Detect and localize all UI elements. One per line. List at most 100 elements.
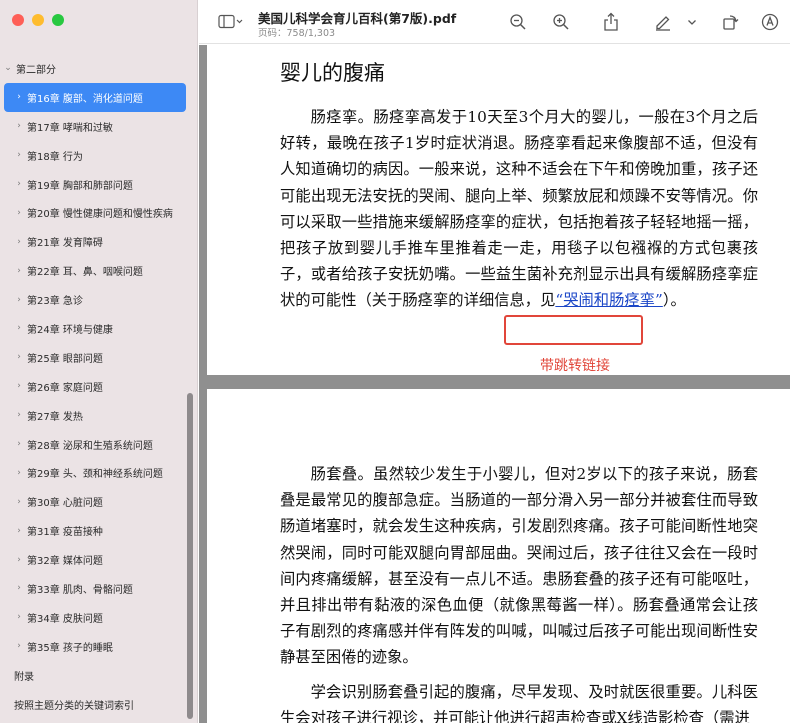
close-window-button[interactable] bbox=[12, 14, 24, 26]
toc-item-label: 第24章 环境与健康 bbox=[27, 324, 113, 336]
chevron-right-icon[interactable]: › bbox=[14, 468, 24, 478]
zoom-out-icon bbox=[510, 14, 526, 30]
page-heading: 婴儿的腹痛 bbox=[280, 61, 385, 85]
pdf-page: 婴儿的腹痛 肠痉挛。肠痉挛高发于10天至3个月大的婴儿，一般在3个月之后好转，最… bbox=[207, 45, 790, 375]
pdf-page: 肠套叠。虽然较少发生于小婴儿，但对2岁以下的孩子来说，肠套叠是最常见的腹部急症。… bbox=[207, 389, 790, 723]
toc-item[interactable]: › 第17章 哮喘和过敏 bbox=[0, 112, 197, 141]
toc-item-label: 第31章 疫苗接种 bbox=[27, 527, 103, 539]
sidebar: ⌄ 第二部分 › 第16章 腹部、消化道问题 › 第17章 哮喘和过敏 › 第18章… bbox=[0, 0, 198, 723]
toc-item-label: 第16章 腹部、消化道问题 bbox=[27, 93, 143, 105]
chevron-right-icon[interactable]: › bbox=[14, 497, 24, 507]
chevron-right-icon[interactable]: › bbox=[14, 179, 24, 189]
paragraph-intussusception: 肠套叠。虽然较少发生于小婴儿，但对2岁以下的孩子来说，肠套叠是最常见的腹部急症。… bbox=[280, 465, 758, 667]
chevron-right-icon[interactable]: › bbox=[14, 612, 24, 622]
chevron-right-icon[interactable]: › bbox=[14, 410, 24, 420]
zoom-in-icon bbox=[553, 14, 569, 30]
sidebar-scrollbar[interactable] bbox=[187, 393, 193, 719]
toc-item[interactable]: › 第21章 发育障碍 bbox=[0, 227, 197, 256]
toc-item-label: 第21章 发育障碍 bbox=[27, 238, 103, 250]
share-icon bbox=[604, 12, 618, 31]
cross-reference-link[interactable]: “哭闹和肠痉挛” bbox=[555, 291, 662, 309]
toc-item[interactable]: › 第35章 孩子的睡眠 bbox=[0, 632, 197, 661]
toc-section[interactable]: ⌄ 第二部分 bbox=[0, 54, 197, 83]
toc-item[interactable]: › 第29章 头、颈和神经系统问题 bbox=[0, 458, 197, 487]
chevron-right-icon[interactable]: › bbox=[14, 121, 24, 131]
toc-item-appendix[interactable]: 附录 bbox=[0, 661, 197, 690]
sidebar-toggle-icon bbox=[218, 14, 243, 29]
toc-item[interactable]: › 第24章 环境与健康 bbox=[0, 314, 197, 343]
toc-item[interactable]: › 第22章 耳、鼻、咽喉问题 bbox=[0, 256, 197, 285]
toc-item-label: 第23章 急诊 bbox=[27, 296, 83, 308]
highlight-pen-icon bbox=[656, 16, 670, 31]
toc-item-label: 第17章 哮喘和过敏 bbox=[27, 122, 113, 134]
toc-item[interactable]: › 第27章 发热 bbox=[0, 401, 197, 430]
paragraph-recognition: 学会识别肠套叠引起的腹痛，尽早发现、及时就医很重要。儿科医生会对孩子进行视诊，并… bbox=[280, 683, 758, 723]
zoom-out-button[interactable] bbox=[507, 11, 529, 33]
chevron-right-icon[interactable]: › bbox=[14, 526, 24, 536]
toc-item-label: 第22章 耳、鼻、咽喉问题 bbox=[27, 267, 143, 279]
share-button[interactable] bbox=[600, 11, 622, 33]
toc-item-label: 第25章 眼部问题 bbox=[27, 353, 103, 365]
sidebar-toggle-button[interactable] bbox=[216, 11, 246, 33]
toc-item-label: 第35章 孩子的睡眠 bbox=[27, 642, 113, 654]
toc-item[interactable]: › 第31章 疫苗接种 bbox=[0, 516, 197, 545]
toc-item-label: 第33章 肌肉、骨骼问题 bbox=[27, 584, 133, 596]
toc-item-label: 第26章 家庭问题 bbox=[27, 382, 103, 394]
toc-item[interactable]: › 第25章 眼部问题 bbox=[0, 343, 197, 372]
chevron-right-icon[interactable]: › bbox=[14, 92, 24, 102]
chevron-right-icon[interactable]: › bbox=[14, 150, 24, 160]
markup-button[interactable] bbox=[759, 11, 781, 33]
toc-item-label: 第19章 胸部和肺部问题 bbox=[27, 180, 133, 192]
toc-item-selected[interactable]: › 第16章 腹部、消化道问题 bbox=[4, 82, 186, 112]
chevron-right-icon[interactable]: › bbox=[14, 237, 24, 247]
chevron-right-icon[interactable]: › bbox=[14, 641, 24, 651]
chevron-right-icon[interactable]: › bbox=[14, 266, 24, 276]
toc-item[interactable]: › 第18章 行为 bbox=[0, 141, 197, 170]
toc-item[interactable]: › 第19章 胸部和肺部问题 bbox=[0, 170, 197, 199]
link-highlight-box bbox=[504, 315, 643, 345]
toolbar: 美国儿科学会育儿百科(第7版).pdf 页码：758/1,303 bbox=[199, 0, 790, 44]
chevron-down-icon bbox=[688, 20, 696, 25]
toc-item[interactable]: › 第20章 慢性健康问题和慢性疾病 bbox=[0, 198, 197, 227]
paragraph-colic: 肠痉挛。肠痉挛高发于10天至3个月大的婴儿，一般在3个月之后好转，最晚在孩子1岁… bbox=[280, 108, 758, 310]
toc-item-index[interactable]: 按照主题分类的关键词索引 bbox=[0, 690, 197, 719]
document-view[interactable]: 婴儿的腹痛 肠痉挛。肠痉挛高发于10天至3个月大的婴儿，一般在3个月之后好转，最… bbox=[199, 45, 790, 723]
toc-item-label: 第32章 媒体问题 bbox=[27, 556, 103, 568]
rotate-icon bbox=[723, 15, 739, 30]
zoom-in-button[interactable] bbox=[550, 11, 572, 33]
toc-item[interactable]: › 第23章 急诊 bbox=[0, 285, 197, 314]
toc-item[interactable]: › 第30章 心脏问题 bbox=[0, 487, 197, 516]
minimize-window-button[interactable] bbox=[32, 14, 44, 26]
toc-item-label: 第18章 行为 bbox=[27, 151, 83, 163]
page-indicator: 页码：758/1,303 bbox=[258, 28, 336, 39]
highlight-options-button[interactable] bbox=[685, 11, 699, 33]
toc-item[interactable]: › 第26章 家庭问题 bbox=[0, 372, 197, 401]
toc-item-label: 第28章 泌尿和生殖系统问题 bbox=[27, 440, 153, 452]
chevron-down-icon[interactable]: ⌄ bbox=[3, 63, 13, 73]
toc-item-label: 第34章 皮肤问题 bbox=[27, 613, 103, 625]
toc-section-label: 第二部分 bbox=[16, 64, 56, 76]
chevron-right-icon[interactable]: › bbox=[14, 352, 24, 362]
toc-item-label: 第20章 慢性健康问题和慢性疾病 bbox=[27, 209, 173, 221]
chevron-right-icon[interactable]: › bbox=[14, 208, 24, 218]
fullscreen-window-button[interactable] bbox=[52, 14, 64, 26]
toc-item-label: 按照主题分类的关键词索引 bbox=[14, 700, 134, 712]
highlight-button[interactable] bbox=[652, 11, 674, 33]
toc-item-label: 附录 bbox=[14, 671, 34, 683]
toc-item[interactable]: › 第33章 肌肉、骨骼问题 bbox=[0, 574, 197, 603]
chevron-right-icon[interactable]: › bbox=[14, 439, 24, 449]
toc-item[interactable]: › 第28章 泌尿和生殖系统问题 bbox=[0, 430, 197, 459]
toc-item[interactable]: › 第34章 皮肤问题 bbox=[0, 603, 197, 632]
chevron-right-icon[interactable]: › bbox=[14, 555, 24, 565]
table-of-contents: ⌄ 第二部分 › 第16章 腹部、消化道问题 › 第17章 哮喘和过敏 › 第18章… bbox=[0, 54, 197, 719]
chevron-right-icon[interactable]: › bbox=[14, 323, 24, 333]
toc-item-label: 第27章 发热 bbox=[27, 411, 83, 423]
chevron-right-icon[interactable]: › bbox=[14, 583, 24, 593]
toc-item[interactable]: › 第32章 媒体问题 bbox=[0, 545, 197, 574]
rotate-button[interactable] bbox=[719, 11, 741, 33]
window-controls bbox=[12, 14, 64, 26]
toc-item-label: 第30章 心脏问题 bbox=[27, 498, 103, 510]
toc-item-label: 第29章 头、颈和神经系统问题 bbox=[27, 469, 163, 481]
chevron-right-icon[interactable]: › bbox=[14, 381, 24, 391]
chevron-right-icon[interactable]: › bbox=[14, 295, 24, 305]
